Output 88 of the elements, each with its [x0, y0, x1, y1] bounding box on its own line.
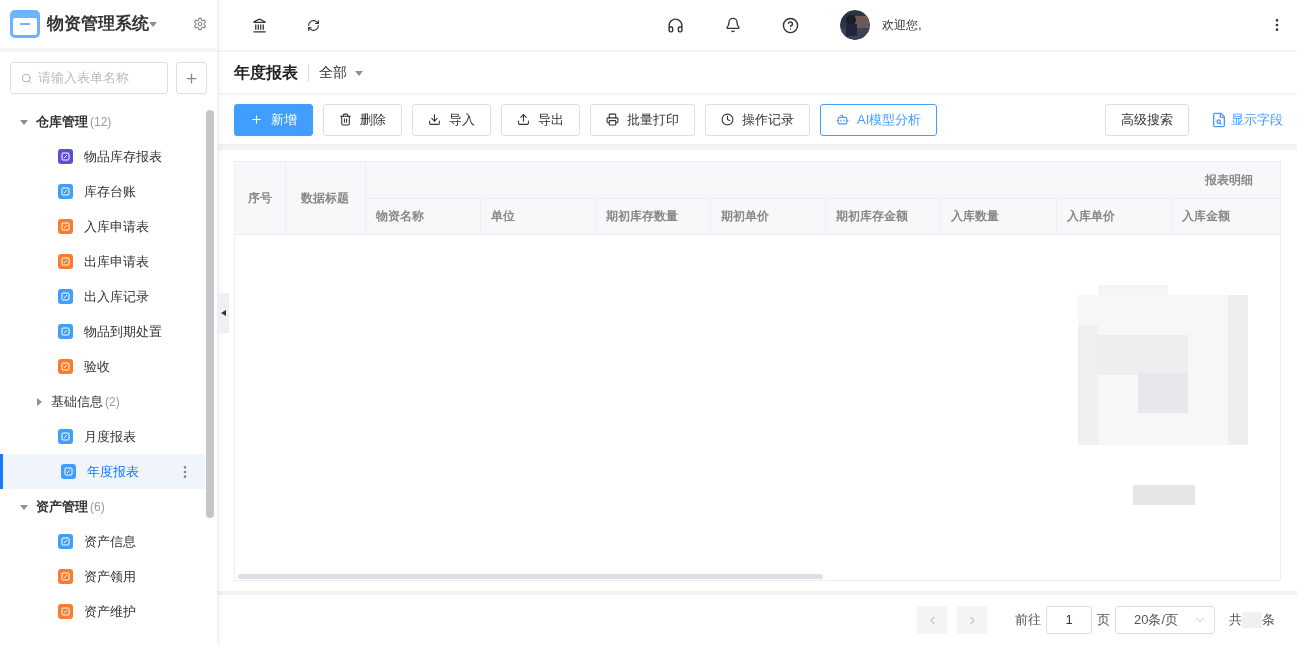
item-label: 年度报表	[87, 462, 139, 481]
upload-icon	[517, 113, 530, 126]
collapse-handle[interactable]	[218, 293, 229, 333]
total-label: 条	[1262, 611, 1275, 630]
app-logo-icon	[10, 9, 40, 39]
toolbar-button[interactable]: 批量打印	[590, 103, 695, 136]
plus-icon	[250, 113, 263, 126]
item-label: 资产领用	[84, 567, 136, 586]
goto-label: 前往	[1015, 611, 1041, 630]
page-title: 年度报表	[234, 62, 298, 83]
column-header: 序号	[235, 162, 285, 234]
bell-icon[interactable]	[725, 17, 742, 33]
column-header: 期初单价	[710, 198, 826, 234]
group-count: (2)	[105, 393, 120, 411]
search-input[interactable]: 请输入表单名称	[38, 68, 157, 88]
column-header: 数据标题	[285, 162, 365, 234]
item-label: 资产维护	[84, 602, 136, 621]
column-header: 物资名称	[365, 198, 481, 234]
column-header: 单位	[480, 198, 596, 234]
sidebar-item[interactable]: 出入库记录	[0, 279, 205, 314]
sidebar-item[interactable]: 年度报表	[0, 454, 205, 489]
item-label: 月度报表	[84, 427, 136, 446]
sidebar-item[interactable]: 资产信息	[0, 524, 205, 559]
caret-right-icon	[35, 397, 43, 406]
group-count: (6)	[90, 498, 105, 516]
sidebar-item[interactable]: 验收	[0, 349, 205, 384]
caret-down-icon	[355, 68, 363, 77]
advanced-search-button[interactable]: 高级搜索	[1105, 103, 1189, 136]
refresh-icon[interactable]	[307, 18, 320, 32]
bank-icon[interactable]	[252, 17, 267, 33]
sidebar-item[interactable]: 资产维护	[0, 594, 205, 629]
tree-group[interactable]: 资产管理(6)	[0, 489, 205, 524]
item-label: 资产信息	[84, 532, 136, 551]
group-count: (12)	[90, 113, 112, 131]
item-label: 出库申请表	[84, 252, 149, 271]
welcome-text: 欢迎您,	[882, 17, 922, 34]
column-header: 入库金额	[1171, 198, 1280, 234]
group-label: 基础信息	[51, 392, 103, 411]
group-header: 报表明细	[1204, 172, 1253, 187]
plus-icon	[184, 70, 199, 86]
item-label: 出入库记录	[84, 287, 149, 306]
column-header: 期初库存数量	[595, 198, 711, 234]
caret-down-icon	[20, 117, 28, 126]
sidebar-item[interactable]: 物品库存报表	[0, 139, 205, 174]
toolbar-button[interactable]: 导入	[412, 103, 491, 136]
filter-dropdown[interactable]: 全部	[319, 62, 363, 83]
search-icon	[21, 71, 33, 85]
page-unit-label: 页	[1097, 611, 1110, 630]
help-icon[interactable]	[782, 16, 800, 34]
item-label: 物品到期处置	[84, 322, 162, 341]
tree-group[interactable]: 仓库管理(12)	[0, 104, 205, 139]
search-field[interactable]: 请输入表单名称	[10, 62, 168, 94]
sidebar-item[interactable]: 库存台账	[0, 174, 205, 209]
sidebar-item[interactable]: 物品到期处置	[0, 314, 205, 349]
robot-icon	[836, 113, 849, 126]
column-header: 期初库存金额	[825, 198, 941, 234]
printer-icon	[606, 113, 619, 126]
toolbar-button[interactable]: 操作记录	[705, 103, 810, 136]
caret-down-icon	[149, 20, 157, 28]
page-input[interactable]: 1	[1046, 606, 1092, 634]
toolbar-button[interactable]: 删除	[323, 103, 402, 136]
scrollbar[interactable]	[206, 110, 214, 518]
clock-icon	[721, 113, 734, 126]
settings-icon[interactable]	[193, 17, 207, 31]
app-title[interactable]: 物资管理系统	[47, 11, 149, 37]
item-label: 入库申请表	[84, 217, 149, 236]
group-label: 仓库管理	[36, 112, 88, 131]
trash-icon	[339, 113, 352, 126]
page-size-select[interactable]: 20条/页	[1115, 606, 1215, 634]
sidebar-item[interactable]: 出库申请表	[0, 244, 205, 279]
item-label: 物品库存报表	[84, 147, 162, 166]
column-header: 入库单价	[1056, 198, 1172, 234]
group-label: 资产管理	[36, 497, 88, 516]
total-label: 共	[1229, 611, 1242, 630]
horizontal-scrollbar[interactable]	[238, 574, 823, 579]
sidebar-item[interactable]: 月度报表	[0, 419, 205, 454]
caret-left-icon	[221, 310, 226, 316]
sidebar-item[interactable]: 资产领用	[0, 559, 205, 594]
toolbar-button[interactable]: 导出	[501, 103, 580, 136]
sidebar-item[interactable]: 入库申请表	[0, 209, 205, 244]
file-search-icon	[1211, 111, 1227, 128]
column-header: 入库数量	[940, 198, 1057, 234]
item-label: 库存台账	[84, 182, 136, 201]
headset-icon[interactable]	[667, 16, 685, 34]
item-label: 验收	[84, 357, 110, 376]
download-icon	[428, 113, 441, 126]
caret-down-icon	[20, 502, 28, 511]
tree-group[interactable]: 基础信息(2)	[0, 384, 205, 419]
